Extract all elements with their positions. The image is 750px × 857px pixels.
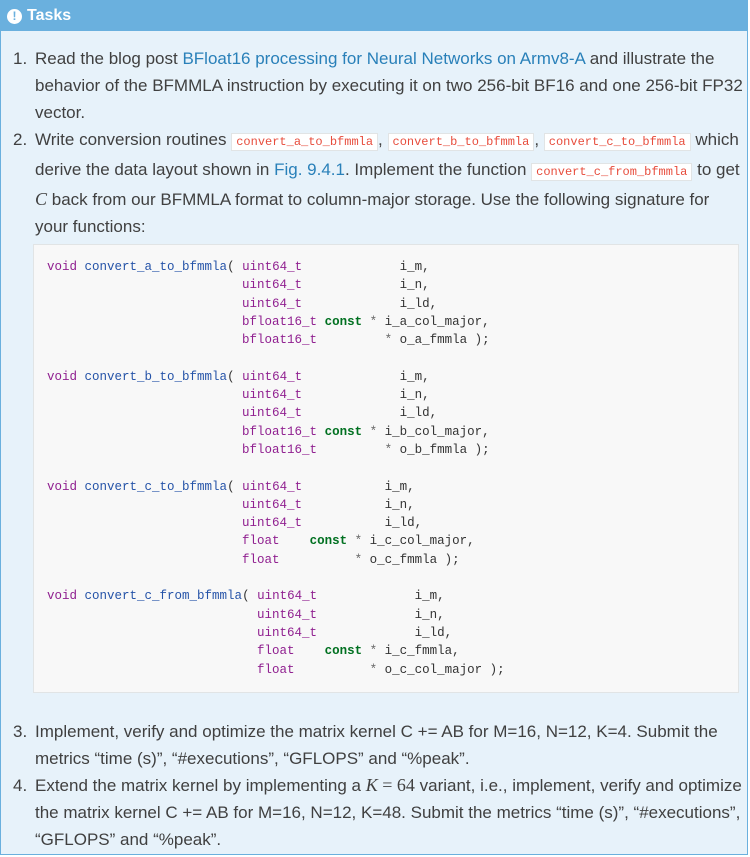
task-item-1: Read the blog post BFloat16 processing f… — [13, 45, 747, 126]
figure-link[interactable]: Fig. 9.4.1 — [274, 160, 345, 179]
task-3-text: Implement, verify and optimize the matri… — [35, 722, 718, 768]
code-convert-c: convert_c_to_bfmmla — [543, 133, 691, 151]
math-k: K — [365, 775, 378, 795]
task-2-text-mid2: . Implement the function — [344, 160, 532, 179]
task-item-2: Write conversion routines convert_a_to_b… — [13, 126, 747, 240]
task-2-text-end: back from our BFMMLA format to column-ma… — [35, 190, 710, 236]
code-convert-c-from: convert_c_from_bfmmla — [531, 163, 693, 181]
task-2-text: Write conversion routines — [35, 130, 232, 149]
math-c: C — [35, 189, 48, 209]
blog-post-link[interactable]: BFloat16 processing for Neural Networks … — [182, 49, 585, 68]
info-icon: ! — [7, 8, 22, 24]
math-k-value: = 64 — [377, 775, 415, 795]
admonition-title: ! Tasks — [1, 1, 747, 31]
separator: , — [378, 130, 388, 149]
task-list-continued: 3. Implement, verify and optimize the mat… — [1, 718, 749, 853]
code-convert-b: convert_b_to_bfmmla — [387, 133, 535, 151]
separator: , — [534, 130, 544, 149]
task-list: Read the blog post BFloat16 processing f… — [1, 45, 747, 240]
task-4-text: Extend the matrix kernel by implementing… — [35, 776, 366, 795]
code-convert-a: convert_a_to_bfmmla — [231, 133, 379, 151]
task-item-3: 3. Implement, verify and optimize the mat… — [13, 722, 718, 768]
task-1-text: Read the blog post — [35, 49, 183, 68]
admonition-title-text: Tasks — [27, 7, 72, 24]
task-2-text-mid3: to get — [692, 160, 740, 179]
task-item-4: 4. Extend the matrix kernel by implementi… — [13, 775, 742, 849]
function-signatures-code: void convert_a_to_bfmmla( uint64_t i_m, … — [33, 244, 739, 693]
